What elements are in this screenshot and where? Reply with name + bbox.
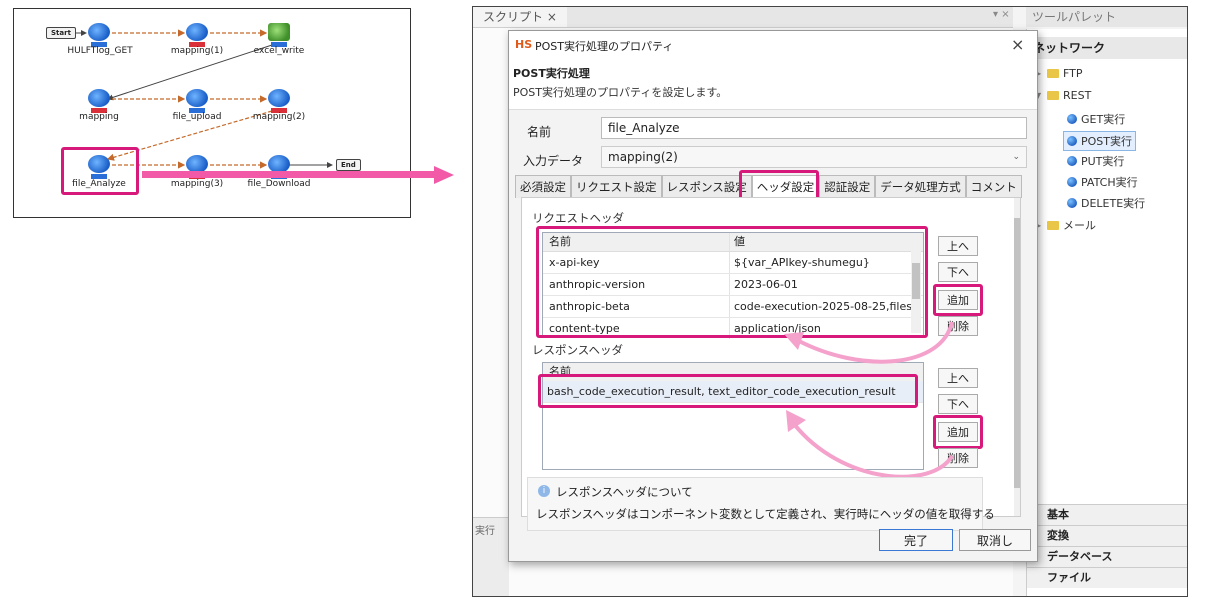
pink-curve-arrows-icon [784, 321, 954, 479]
scroll-thumb[interactable] [1014, 218, 1020, 488]
node-label: mapping(1) [170, 46, 224, 56]
dialog-header: POST実行処理 POST実行処理のプロパティを設定します。 [509, 59, 1037, 110]
dialog-heading: POST実行処理 [513, 67, 590, 80]
node-label: file_Analyze [72, 179, 126, 189]
mapping-globe-icon [186, 23, 208, 41]
folder-icon [1047, 220, 1059, 230]
tree-item-get[interactable]: GET実行 [1067, 111, 1125, 127]
node-hulft[interactable] [88, 23, 110, 47]
node-upload[interactable] [186, 89, 208, 113]
dialog-title: POST実行処理のプロパティ [535, 40, 674, 53]
tab-auth[interactable]: 認証設定 [819, 175, 876, 198]
tree-item-post[interactable]: POST実行 [1063, 131, 1136, 151]
globe-icon [1067, 136, 1077, 146]
editor-controls-icon[interactable]: ▾ × [993, 9, 1010, 20]
tab-required[interactable]: 必須設定 [515, 175, 571, 198]
editor-tabbar: スクリプト × ▾ × [473, 7, 1013, 28]
input-data-select[interactable]: mapping(2) ⌄ [601, 146, 1027, 168]
mapping-globe-icon [268, 89, 290, 107]
folder-icon [1047, 69, 1059, 78]
app-logo: HS [515, 38, 533, 51]
node-analyze[interactable] [88, 155, 110, 179]
folder-icon [1047, 91, 1059, 100]
rest-globe-icon [88, 155, 110, 173]
rest-globe-icon [88, 23, 110, 41]
tree-item-patch[interactable]: PATCH実行 [1067, 174, 1138, 190]
category-basic[interactable]: 基本 [1027, 504, 1187, 525]
dialog-description: POST実行処理のプロパティを設定します。 [513, 86, 728, 99]
mapping-globe-icon [88, 89, 110, 107]
category-file[interactable]: ファイル [1027, 567, 1187, 588]
node-mapping[interactable] [88, 89, 110, 113]
tree-item-rest[interactable]: ▼ REST [1035, 89, 1091, 102]
tool-palette: ネットワーク ▶ FTP ▼ REST GET実行 POST実行 PUT実行 PAT… [1026, 29, 1187, 596]
globe-icon [1067, 177, 1077, 187]
tree-item-ftp[interactable]: ▶ FTP [1035, 67, 1083, 80]
close-icon[interactable]: × [1011, 35, 1024, 54]
script-tab[interactable]: スクリプト × [473, 7, 567, 27]
info-text: レスポンスヘッダはコンポーネント変数として定義され、実行時にヘッダの値を取得する [536, 507, 995, 521]
tree-item-delete[interactable]: DELETE実行 [1067, 195, 1145, 211]
side-tab[interactable]: 実行 [473, 517, 509, 596]
property-dialog: HS POST実行処理のプロパティ × POST実行処理 POST実行処理のプロ… [508, 30, 1038, 562]
node-mapping2[interactable] [268, 89, 290, 113]
node-label: mapping(2) [252, 112, 306, 122]
palette-header: ネットワーク [1027, 37, 1187, 59]
start-node[interactable]: Start [46, 27, 76, 39]
pink-arrow-icon [142, 166, 454, 184]
input-data-label: 入力データ [523, 154, 584, 168]
response-header-info: i レスポンスヘッダについて レスポンスヘッダはコンポーネント変数として定義され… [527, 477, 995, 531]
tree-item-put[interactable]: PUT実行 [1067, 153, 1124, 169]
node-label: HULFTlog_GET [67, 46, 133, 56]
chevron-down-icon: ⌄ [1012, 152, 1020, 162]
tab-request[interactable]: リクエスト設定 [571, 175, 662, 198]
globe-icon [1067, 198, 1077, 208]
category-database[interactable]: データベース [1027, 546, 1187, 567]
tree-item-mail[interactable]: ▶ メール [1035, 217, 1096, 233]
palette-title: ツールパレット [1026, 7, 1187, 27]
dialog-titlebar: HS POST実行処理のプロパティ × [509, 31, 1037, 60]
header-settings-panel: リクエストヘッダ 名前 値 x-api-key ${var_APIkey-shu… [521, 197, 1021, 517]
node-label: excel_write [253, 46, 305, 56]
tab-comment[interactable]: コメント [965, 175, 1022, 198]
info-icon: i [538, 485, 550, 497]
globe-icon [1067, 114, 1077, 124]
node-label: mapping [79, 112, 119, 122]
name-field[interactable]: file_Analyze [601, 117, 1027, 139]
globe-icon [1067, 156, 1077, 166]
panel-scrollbar[interactable] [1014, 198, 1020, 516]
node-mapping1[interactable] [186, 23, 208, 47]
node-excel[interactable] [268, 23, 290, 47]
category-convert[interactable]: 変換 [1027, 525, 1187, 546]
excel-icon [268, 23, 290, 41]
script-flow-diagram: Start HULFTlog_GET mapping(1) excel_writ… [13, 8, 411, 218]
name-label: 名前 [527, 125, 552, 139]
tab-data-processing[interactable]: データ処理方式 [875, 175, 966, 198]
ok-button[interactable]: 完了 [879, 529, 953, 551]
node-label: file_upload [172, 112, 222, 122]
info-title: レスポンスヘッダについて [556, 485, 693, 499]
rest-globe-icon [186, 89, 208, 107]
cancel-button[interactable]: 取消し [959, 529, 1031, 551]
